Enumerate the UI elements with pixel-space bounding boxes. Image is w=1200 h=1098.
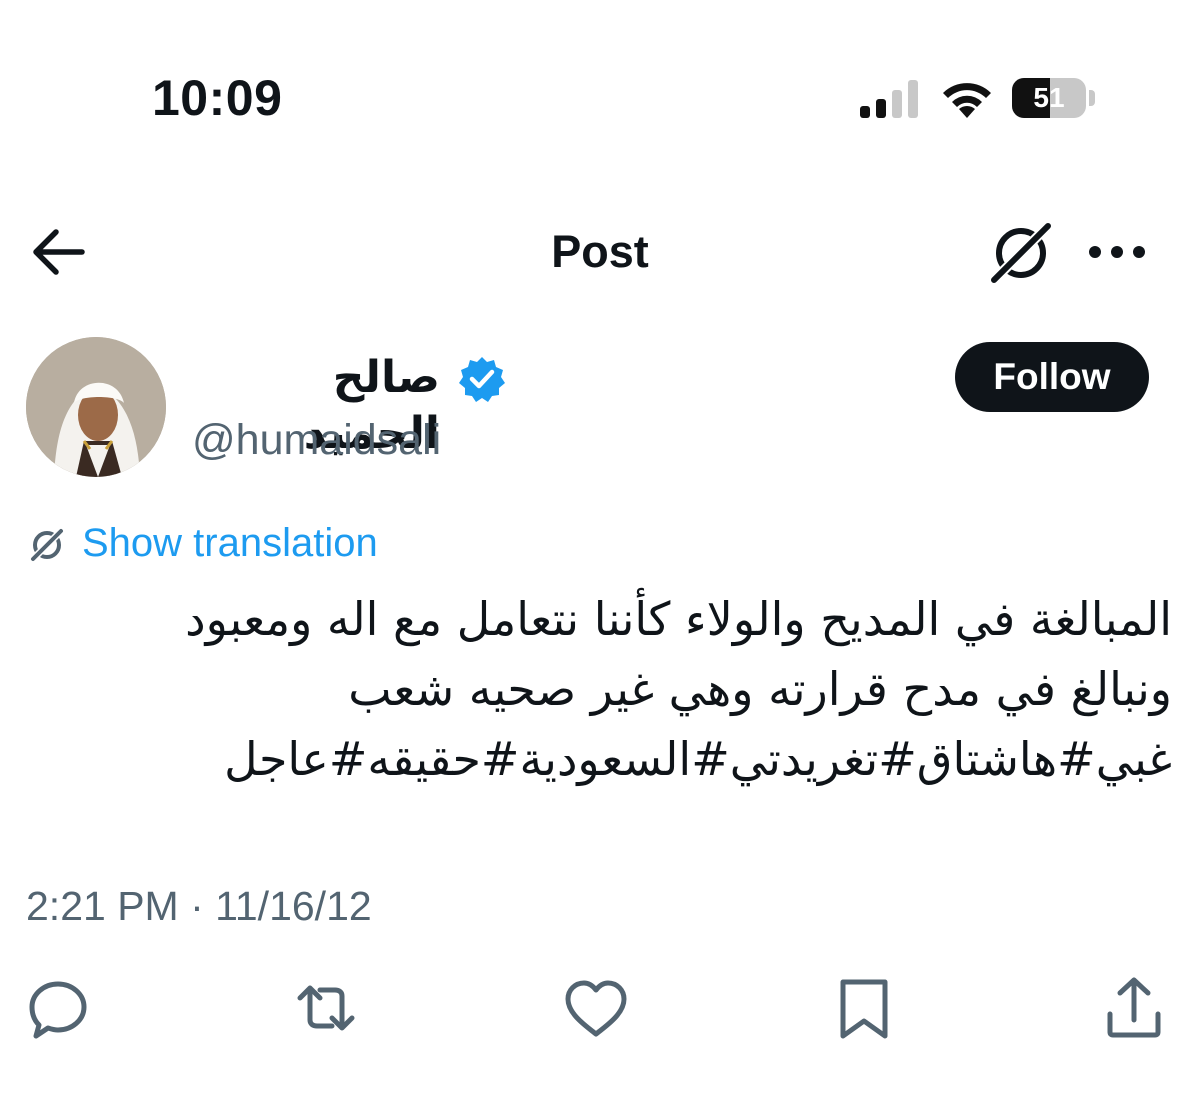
wifi-icon — [943, 83, 991, 118]
battery-icon: 51 — [1012, 78, 1096, 120]
grok-icon[interactable] — [28, 526, 66, 564]
reply-icon[interactable] — [20, 970, 96, 1046]
like-icon[interactable] — [558, 970, 634, 1046]
avatar[interactable] — [26, 337, 166, 477]
show-translation-link[interactable]: Show translation — [82, 518, 378, 568]
signal-icon — [860, 80, 918, 118]
status-time: 10:09 — [152, 70, 283, 126]
timestamp[interactable]: 2:21 PM · 11/16/12 — [26, 880, 372, 932]
share-icon[interactable] — [1096, 970, 1172, 1046]
repost-icon[interactable] — [288, 970, 364, 1046]
follow-button[interactable]: Follow — [955, 342, 1149, 412]
battery-percent: 51 — [1033, 82, 1065, 113]
bookmark-icon[interactable] — [826, 970, 902, 1046]
tweet-text: المبالغة في المديح والولاء كأننا نتعامل … — [185, 592, 1172, 786]
verified-badge-icon — [459, 357, 505, 402]
more-icon[interactable] — [1086, 236, 1148, 268]
grok-icon[interactable] — [984, 218, 1058, 288]
back-arrow-icon[interactable] — [26, 222, 90, 282]
page-title: Post — [551, 226, 649, 277]
user-handle[interactable]: @humaidsali — [192, 414, 441, 466]
